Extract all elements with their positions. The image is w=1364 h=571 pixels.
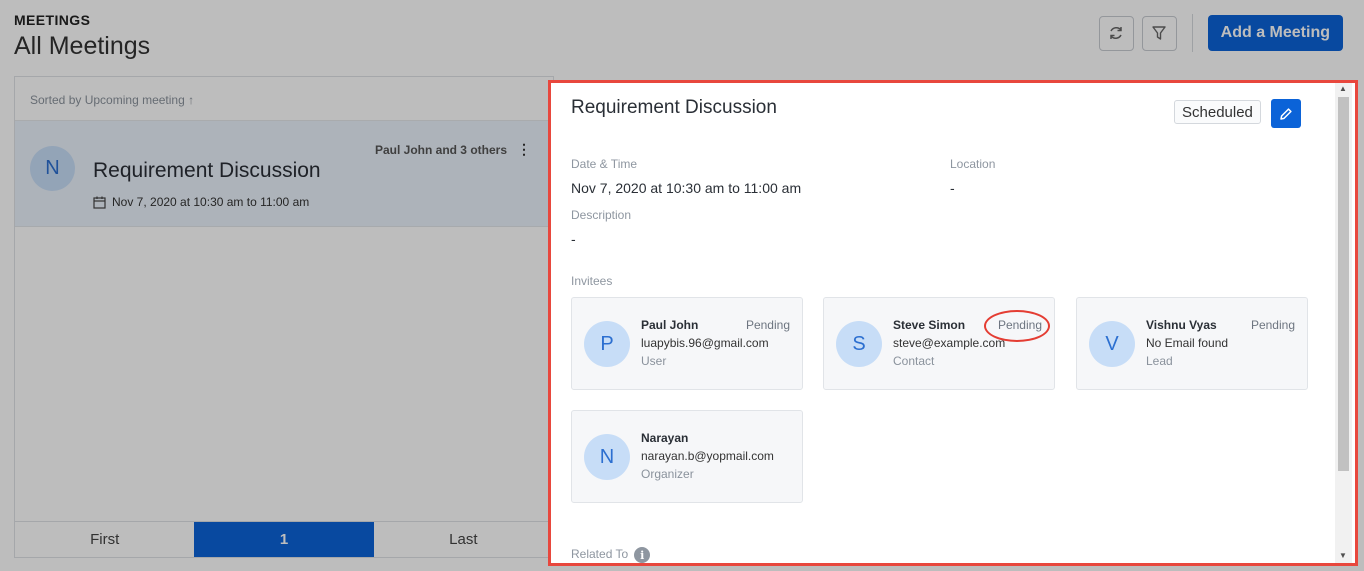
sort-prefix: Sorted by [30, 93, 82, 107]
related-to-section: Related To i [571, 547, 651, 563]
invitee-email: No Email found [1146, 336, 1229, 350]
avatar: N [30, 146, 75, 191]
toolbar-divider [1191, 14, 1193, 52]
invitee-status: Pending [1250, 318, 1295, 332]
invitee-card: V Vishnu Vyas No Email found Lead Pendin… [1076, 297, 1308, 390]
pager-first-button[interactable]: First [15, 522, 194, 557]
scroll-up-icon[interactable]: ▲ [1339, 84, 1347, 93]
meeting-datetime-text: Nov 7, 2020 at 10:30 am to 11:00 am [112, 195, 310, 209]
status-badge: Scheduled [1174, 100, 1261, 124]
invitee-status: Pending [745, 318, 790, 332]
scrollbar[interactable]: ▲ ▼ [1335, 83, 1352, 563]
invitee-name: Narayan [641, 431, 689, 445]
invitee-email: narayan.b@yopmail.com [641, 449, 774, 463]
add-meeting-button[interactable]: Add a Meeting [1207, 15, 1343, 51]
detail-title: Requirement Discussion [571, 97, 777, 118]
invitee-name: Steve Simon [893, 318, 966, 332]
info-icon[interactable]: i [634, 547, 651, 563]
avatar: P [584, 321, 630, 367]
invitee-role: Lead [1146, 354, 1173, 368]
description-label: Description [571, 208, 632, 222]
avatar: V [1089, 321, 1135, 367]
description-value: - [571, 231, 576, 247]
date-value: Nov 7, 2020 at 10:30 am to 11:00 am [571, 180, 802, 196]
meeting-datetime: Nov 7, 2020 at 10:30 am to 11:00 am [93, 195, 309, 209]
attendees-text: Paul John and 3 others [374, 142, 507, 157]
invitee-card: S Steve Simon steve@example.com Contact … [823, 297, 1055, 390]
meeting-title: Requirement Discussion [93, 159, 321, 182]
invitees-label: Invitees [571, 274, 613, 288]
avatar: S [836, 321, 882, 367]
pencil-icon [1280, 107, 1292, 120]
calendar-icon [93, 196, 106, 209]
refresh-button[interactable] [1098, 15, 1134, 51]
invitee-role: Contact [893, 354, 935, 368]
sort-arrow-icon[interactable]: ↑ [188, 93, 194, 107]
header-actions: Add a Meeting [1098, 14, 1343, 52]
page-title: All Meetings [14, 32, 151, 60]
location-value: - [950, 180, 955, 196]
refresh-icon [1110, 27, 1122, 39]
invitee-card: P Paul John luapybis.96@gmail.com User P… [571, 297, 803, 390]
scrollbar-thumb[interactable] [1338, 97, 1349, 471]
location-label: Location [950, 157, 996, 171]
filter-icon [1152, 26, 1166, 40]
pagination: First 1 Last [15, 521, 553, 557]
scroll-down-icon[interactable]: ▼ [1339, 551, 1347, 560]
sort-bar[interactable]: Sorted by Upcoming meeting ↑ [15, 77, 553, 121]
invitee-name: Paul John [641, 318, 699, 332]
filter-button[interactable] [1141, 15, 1177, 51]
edit-button[interactable] [1271, 99, 1301, 128]
invitee-email: steve@example.com [893, 336, 1006, 350]
avatar: N [584, 434, 630, 480]
date-label: Date & Time [571, 157, 638, 171]
page-header: MEETINGS All Meetings [14, 12, 150, 61]
invitee-role: Organizer [641, 467, 694, 481]
invitee-name: Vishnu Vyas [1146, 318, 1217, 332]
invitee-card: N Narayan narayan.b@yopmail.com Organize… [571, 410, 803, 503]
section-eyebrow: MEETINGS [14, 12, 91, 28]
invitee-email: luapybis.96@gmail.com [641, 336, 769, 350]
pager-page-button[interactable]: 1 [194, 522, 374, 557]
invitee-role: User [641, 354, 667, 368]
related-to-label: Related To [571, 547, 629, 562]
sort-field[interactable]: Upcoming meeting [85, 93, 185, 107]
pager-last-button[interactable]: Last [374, 522, 553, 557]
meeting-detail-panel: Requirement Discussion Scheduled Date & … [548, 80, 1358, 566]
highlight-circle [984, 310, 1050, 342]
meeting-list-item[interactable]: N Requirement Discussion Nov 7, 2020 at … [15, 121, 553, 227]
meeting-list-panel: Sorted by Upcoming meeting ↑ N Requireme… [14, 76, 554, 558]
meeting-attendees: Paul John and 3 others ⋮ [375, 141, 531, 158]
more-options-icon[interactable]: ⋮ [517, 141, 531, 158]
